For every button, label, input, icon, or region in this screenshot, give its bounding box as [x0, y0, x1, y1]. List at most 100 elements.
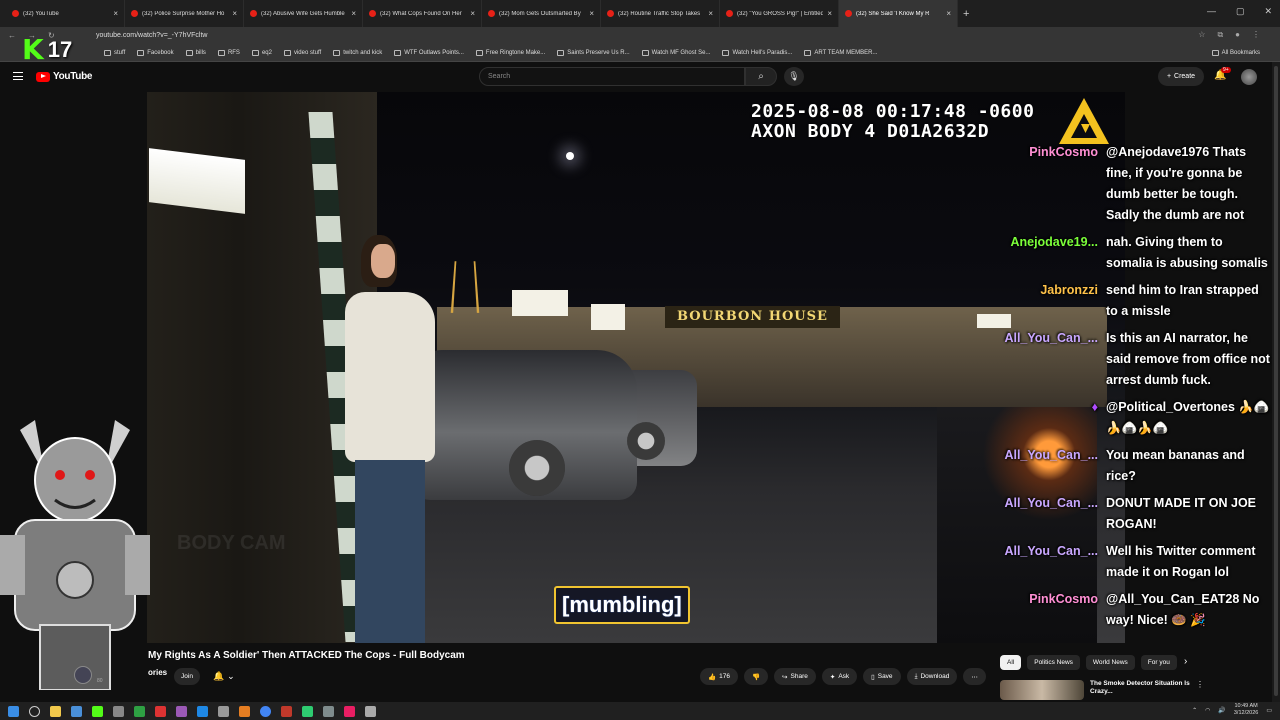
video-player[interactable]: BOURBON HOUSE BODY CAM 2025-08-08 00:17:… — [147, 92, 1125, 643]
browser-tab[interactable]: (32) Routine Traffic Stop Takes × — [601, 0, 720, 27]
more-actions-button[interactable]: ⋯ — [963, 668, 986, 685]
clock[interactable]: 10:49 AM 3/12/2026 — [1234, 703, 1258, 717]
recommended-title[interactable]: The Smoke Detector Situation Is Crazy... — [1090, 680, 1190, 700]
account-avatar[interactable] — [1241, 69, 1257, 85]
share-button[interactable]: ↪ Share — [774, 668, 816, 685]
save-button[interactable]: ▯ Save — [863, 668, 901, 685]
close-icon[interactable]: × — [232, 9, 237, 18]
app-icon[interactable] — [134, 705, 145, 717]
bookmark-item[interactable]: twitch and kick — [333, 49, 382, 56]
browser-tab[interactable]: (32) What Cops Found On Her × — [363, 0, 482, 27]
chevron-up-icon[interactable]: ⌃ — [1192, 707, 1197, 714]
page-scrollbar[interactable] — [1272, 62, 1280, 702]
bookmark-item[interactable]: bills — [185, 49, 206, 56]
like-button[interactable]: 👍 176 — [700, 668, 738, 685]
search-input[interactable]: Search — [479, 67, 745, 86]
subscription-bell-button[interactable]: 🔔 ⌄ — [207, 668, 241, 685]
windows-start-icon[interactable] — [8, 705, 19, 717]
channel-avatar[interactable] — [74, 666, 92, 684]
chip-politics-news[interactable]: Politics News — [1027, 655, 1080, 670]
bookmark-star-icon[interactable]: ☆ — [1198, 30, 1205, 40]
browser-tab-active[interactable]: (32) She Said 'I Know My R × — [839, 0, 958, 27]
dislike-button[interactable]: 👎 — [743, 668, 769, 685]
facebook-icon — [137, 49, 145, 56]
extensions-icon[interactable]: ⧉ — [1217, 30, 1223, 40]
app-icon[interactable] — [176, 705, 187, 717]
new-tab-button[interactable]: + — [963, 8, 969, 20]
browser-tab[interactable]: (32) Police Surprise Mother Ho × — [125, 0, 244, 27]
channel-name[interactable]: ories — [148, 668, 167, 677]
bookmark-item[interactable]: stuff — [104, 49, 125, 56]
settings-icon[interactable] — [365, 705, 376, 717]
close-icon[interactable]: × — [827, 9, 832, 18]
app-icon[interactable] — [281, 705, 292, 717]
bookmark-item[interactable]: Watch MF Ghost Se... — [641, 49, 710, 56]
browser-tab[interactable]: (32) Mom Gets Outsmarted By × — [482, 0, 601, 27]
bookmark-item[interactable]: eq2 — [251, 49, 272, 56]
maximize-icon[interactable]: ▢ — [1236, 6, 1245, 17]
recommended-video[interactable]: The Smoke Detector Situation Is Crazy...… — [1000, 680, 1204, 700]
file-explorer-icon[interactable] — [50, 705, 61, 717]
chat-username: All_You_Can_... — [1004, 448, 1098, 462]
chip-for-you[interactable]: For you — [1140, 655, 1177, 670]
menu-hamburger-icon[interactable] — [13, 72, 23, 80]
search-button[interactable]: ⌕ — [745, 67, 777, 86]
tab-title: (32) YouTube — [23, 10, 59, 17]
menu-dots-icon[interactable]: ⋮ — [1252, 30, 1260, 40]
create-button[interactable]: + Create — [1158, 67, 1204, 86]
bookmark-item[interactable]: video stuff — [283, 49, 321, 56]
create-label: Create — [1174, 73, 1196, 80]
bookmark-item[interactable]: ART TEAM MEMBER... — [804, 49, 877, 56]
app-icon[interactable] — [197, 705, 208, 717]
wifi-icon[interactable]: ◠ — [1205, 707, 1210, 714]
chevron-right-icon[interactable]: › — [1184, 656, 1187, 667]
scrollbar-thumb[interactable] — [1274, 66, 1278, 696]
bookmark-item[interactable]: Free Ringtone Make... — [475, 49, 545, 56]
chip-all[interactable]: All — [1000, 655, 1022, 670]
bookmark-item[interactable]: Saints Preserve Us R... — [557, 49, 630, 56]
app-icon[interactable] — [155, 705, 166, 717]
search-icon[interactable] — [29, 705, 40, 717]
app-icon[interactable] — [323, 705, 334, 717]
volume-icon[interactable]: 🔊 — [1218, 707, 1225, 714]
browser-tab[interactable]: (32) Abusive Wife Gets Humble × — [244, 0, 363, 27]
ask-button[interactable]: ✦ Ask — [821, 668, 858, 685]
back-icon[interactable]: ← — [8, 31, 16, 40]
minimize-icon[interactable]: — — [1207, 6, 1216, 17]
browser-tab[interactable]: (32) "You GROSS Pig!" | Entitled × — [720, 0, 839, 27]
settings-icon[interactable] — [113, 705, 124, 717]
join-button[interactable]: Join — [174, 668, 200, 685]
close-icon[interactable]: × — [351, 9, 356, 18]
close-icon[interactable]: × — [589, 9, 594, 18]
bookmark-item[interactable]: Watch Hell's Paradis... — [722, 49, 792, 56]
all-bookmarks-button[interactable]: All Bookmarks — [1211, 49, 1260, 56]
chrome-icon[interactable] — [260, 705, 271, 717]
app-icon[interactable] — [344, 705, 355, 717]
chip-world-news[interactable]: World News — [1085, 655, 1135, 670]
recommended-thumbnail[interactable] — [1000, 680, 1084, 700]
close-icon[interactable]: × — [470, 9, 475, 18]
app-icon[interactable] — [302, 705, 313, 717]
close-icon[interactable]: × — [708, 9, 713, 18]
kick-app-icon[interactable] — [92, 705, 103, 717]
voice-search-button[interactable]: 🎙 — [784, 67, 804, 86]
download-button[interactable]: ⤓ Download — [906, 668, 958, 685]
chat-username: Jabronzzi — [1040, 283, 1098, 297]
app-icon[interactable] — [218, 705, 229, 717]
youtube-logo[interactable]: YouTube — [36, 71, 93, 82]
bookmark-item[interactable]: Facebook — [137, 49, 174, 56]
firefox-icon[interactable] — [239, 705, 250, 717]
more-vertical-icon[interactable]: ⋮ — [1196, 680, 1204, 700]
notification-icon[interactable]: ▭ — [1266, 707, 1272, 714]
app-icon[interactable] — [71, 705, 82, 717]
close-window-icon[interactable]: ✕ — [1264, 6, 1272, 17]
close-icon[interactable]: × — [946, 9, 951, 18]
profile-icon[interactable]: ● — [1235, 30, 1240, 40]
notifications-button[interactable]: 🔔 9+ — [1214, 67, 1231, 81]
bookmark-item[interactable]: RFS — [217, 49, 240, 56]
close-icon[interactable]: × — [113, 9, 118, 18]
url-field[interactable]: youtube.com/watch?v=_-Y7hVFcltw — [96, 32, 207, 39]
browser-tab[interactable]: (32) YouTube × — [6, 0, 125, 27]
bookmark-item[interactable]: WTF Outlaws Points... — [394, 49, 464, 56]
site-icon — [641, 49, 649, 56]
